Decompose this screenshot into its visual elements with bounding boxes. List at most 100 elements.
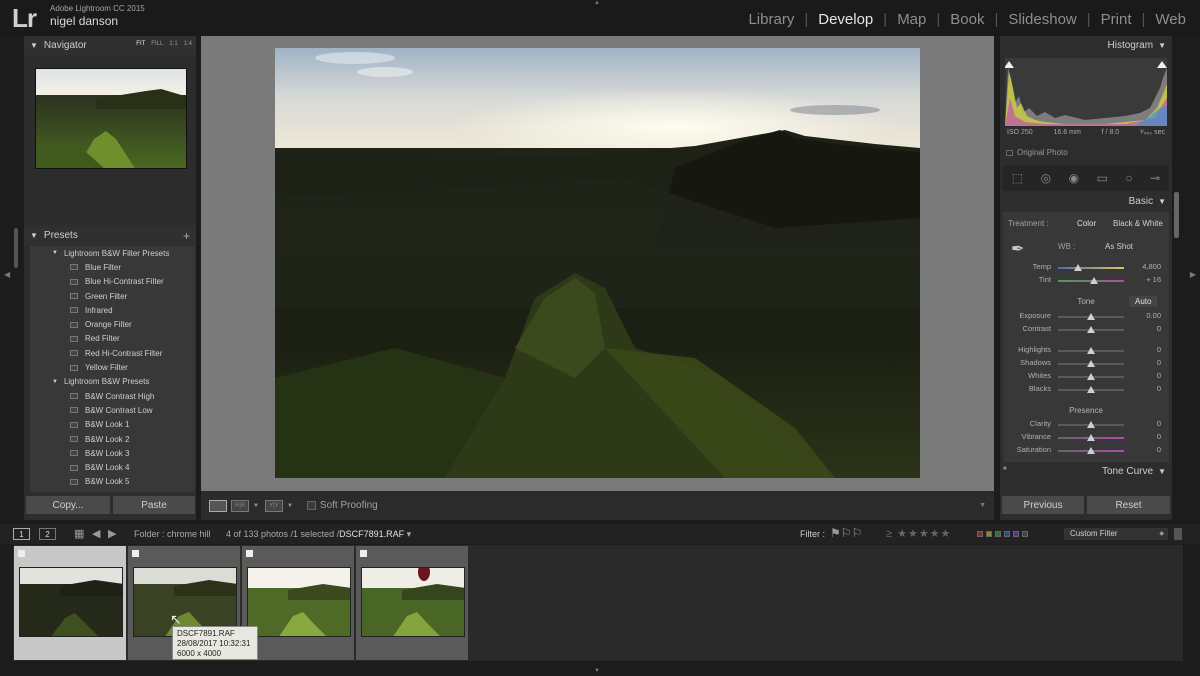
- preset-item[interactable]: Red Hi-Contrast Filter: [30, 346, 195, 360]
- filmstrip-thumbnail[interactable]: [14, 546, 126, 660]
- radial-filter-icon[interactable]: ○: [1125, 171, 1132, 185]
- preset-item[interactable]: Green Filter: [30, 289, 195, 303]
- auto-tone-button[interactable]: Auto: [1129, 296, 1158, 307]
- filmstrip-thumbnail[interactable]: [356, 546, 468, 660]
- contrast-slider[interactable]: [1058, 326, 1124, 333]
- slider-value[interactable]: 0: [1157, 432, 1161, 441]
- graduated-filter-icon[interactable]: ▭: [1097, 171, 1108, 185]
- slider-value[interactable]: 4,800: [1142, 262, 1161, 271]
- exposure-slider[interactable]: [1058, 313, 1124, 320]
- collapse-top-arrow-icon[interactable]: ▲: [594, 0, 600, 6]
- preset-folder[interactable]: ▼ Lightroom B&W Presets: [30, 375, 195, 389]
- photo-count[interactable]: 4 of 133 photos /1 selected /DSCF7891.RA…: [226, 529, 411, 540]
- user-name[interactable]: nigel danson: [50, 14, 118, 28]
- original-photo-checkbox[interactable]: [1006, 149, 1013, 156]
- preset-item[interactable]: Blue Filter: [30, 260, 195, 274]
- slider-value[interactable]: + 16: [1146, 275, 1161, 284]
- paste-settings-button[interactable]: Paste: [113, 496, 195, 514]
- toolbar-options-chevron-icon[interactable]: ▼: [979, 502, 986, 509]
- collapse-left-arrow-icon[interactable]: ◀: [4, 270, 10, 279]
- adjustment-brush-icon[interactable]: ⊸: [1150, 171, 1160, 185]
- primary-window-button[interactable]: 1: [13, 528, 30, 540]
- spot-removal-icon[interactable]: ◎: [1041, 171, 1051, 185]
- slider-value[interactable]: 0: [1157, 445, 1161, 454]
- preset-item[interactable]: B&W Contrast High: [30, 389, 195, 403]
- slider-value[interactable]: 0: [1157, 358, 1161, 367]
- gray-label-icon[interactable]: [1022, 531, 1028, 537]
- zoom-option-fill[interactable]: FILL: [151, 41, 163, 47]
- original-photo-toggle[interactable]: Original Photo: [1006, 148, 1068, 157]
- main-photo[interactable]: [275, 48, 920, 478]
- crop-icon[interactable]: ⬚: [1012, 171, 1023, 185]
- slider-value[interactable]: 0: [1157, 324, 1161, 333]
- presets-header[interactable]: ▼ Presets +: [24, 226, 196, 245]
- right-panel-scrollbar[interactable]: [1174, 192, 1179, 238]
- secondary-window-button[interactable]: 2: [39, 528, 56, 540]
- module-web[interactable]: Web: [1155, 11, 1186, 28]
- slider-handle[interactable]: [1087, 347, 1095, 354]
- slider-handle[interactable]: [1087, 313, 1095, 320]
- treatment-bw-option[interactable]: Black & White: [1113, 219, 1163, 228]
- collapse-bottom-arrow-icon[interactable]: ▼: [594, 668, 600, 674]
- slider-handle[interactable]: [1090, 277, 1099, 284]
- preset-item[interactable]: B&W Look 5: [30, 475, 195, 489]
- preset-folder[interactable]: ▼ Lightroom B&W Filter Presets: [30, 246, 195, 260]
- blue-label-icon[interactable]: [1004, 531, 1010, 537]
- slider-handle[interactable]: [1087, 386, 1095, 393]
- before-after-yy-icon[interactable]: Y|Y: [264, 499, 283, 512]
- zoom-option-fit[interactable]: FIT: [136, 41, 145, 47]
- slider-handle[interactable]: [1087, 421, 1095, 428]
- zoom-option-1-1[interactable]: 1:1: [169, 41, 177, 47]
- temp-slider[interactable]: [1058, 264, 1124, 271]
- yellow-label-icon[interactable]: [986, 531, 992, 537]
- highlights-slider[interactable]: [1058, 347, 1124, 354]
- preset-item[interactable]: B&W Look 3: [30, 446, 195, 460]
- whites-slider[interactable]: [1058, 373, 1124, 380]
- slider-handle[interactable]: [1087, 434, 1095, 441]
- copy-settings-button[interactable]: Copy...: [26, 496, 110, 514]
- add-preset-icon[interactable]: +: [183, 229, 190, 243]
- vibrance-slider[interactable]: [1058, 434, 1124, 441]
- preset-item[interactable]: Orange Filter: [30, 317, 195, 331]
- reset-button[interactable]: Reset: [1087, 496, 1170, 514]
- folder-source[interactable]: Folder : chrome hill: [134, 529, 211, 539]
- tone-curve-header[interactable]: Tone Curve ▼: [1000, 462, 1172, 480]
- blacks-slider[interactable]: [1058, 386, 1124, 393]
- preset-item[interactable]: Yellow Filter: [30, 360, 195, 374]
- navigator-preview[interactable]: [35, 68, 187, 169]
- chevron-down-icon[interactable]: ▼: [287, 503, 293, 509]
- preset-item[interactable]: Infrared: [30, 303, 195, 317]
- slider-value[interactable]: 0: [1157, 371, 1161, 380]
- slider-handle[interactable]: [1087, 360, 1095, 367]
- slider-handle[interactable]: [1087, 326, 1095, 333]
- tint-slider[interactable]: [1058, 277, 1124, 284]
- basic-header[interactable]: Basic ▼: [1000, 192, 1172, 211]
- red-label-icon[interactable]: [977, 531, 983, 537]
- slider-handle[interactable]: [1087, 373, 1095, 380]
- preset-item[interactable]: Blue Hi-Contrast Filter: [30, 275, 195, 289]
- module-map[interactable]: Map: [897, 11, 926, 28]
- filmstrip-scroll-toggle[interactable]: [1174, 528, 1182, 540]
- preset-item[interactable]: Red Filter: [30, 332, 195, 346]
- slider-value[interactable]: 0.00: [1146, 311, 1161, 320]
- rating-filter[interactable]: ≥ ★★★★★: [886, 527, 951, 540]
- module-book[interactable]: Book: [950, 11, 984, 28]
- chevron-down-icon[interactable]: ▼: [253, 503, 259, 509]
- preset-item[interactable]: B&W Look 4: [30, 460, 195, 474]
- loupe-view-icon[interactable]: [209, 499, 227, 512]
- flag-filter-icons[interactable]: ⚑⚐⚐: [830, 526, 862, 540]
- module-print[interactable]: Print: [1101, 11, 1132, 28]
- histogram-header[interactable]: Histogram ▼: [1000, 36, 1172, 55]
- module-slideshow[interactable]: Slideshow: [1008, 11, 1076, 28]
- filter-preset-select[interactable]: Custom Filter ◆: [1064, 528, 1168, 540]
- saturation-slider[interactable]: [1058, 447, 1124, 454]
- preset-item[interactable]: B&W Contrast Low: [30, 403, 195, 417]
- module-library[interactable]: Library: [748, 11, 794, 28]
- shadows-slider[interactable]: [1058, 360, 1124, 367]
- back-arrow-icon[interactable]: ◀: [92, 527, 100, 540]
- treatment-color-option[interactable]: Color: [1077, 219, 1096, 228]
- slider-value[interactable]: 0: [1157, 384, 1161, 393]
- color-label-filter[interactable]: [977, 531, 1028, 537]
- filmstrip-thumbnail[interactable]: [242, 546, 354, 660]
- preset-item[interactable]: B&W Look 1: [30, 418, 195, 432]
